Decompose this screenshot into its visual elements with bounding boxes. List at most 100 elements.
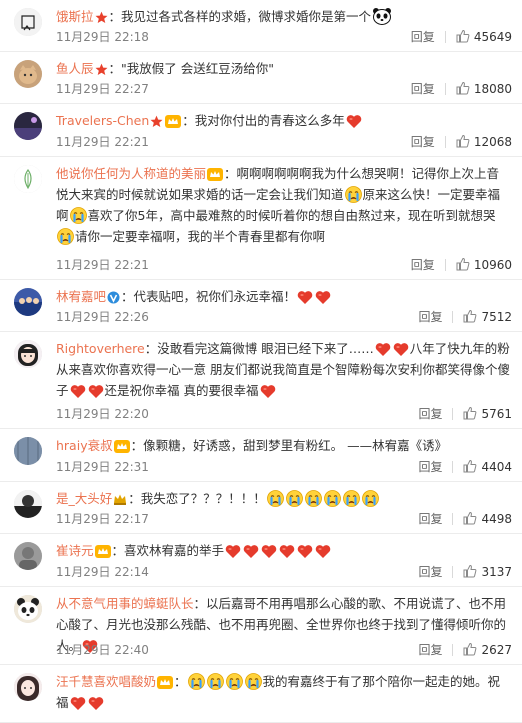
comment-separator: ： xyxy=(193,596,207,611)
like-button[interactable]: 3137 xyxy=(463,564,512,580)
reply-button[interactable]: 回复 xyxy=(418,564,442,580)
username-link[interactable]: Travelers-Chen xyxy=(56,113,149,128)
user-avatar[interactable] xyxy=(14,542,42,570)
comment-text: hraiy衰叔 ：像颗糖，好诱惑，甜到梦里有粉红。 ——林宥嘉《诱》 xyxy=(56,435,510,456)
comment-separator: ： xyxy=(130,438,144,453)
heart-icon xyxy=(88,696,104,711)
username-link[interactable]: 崔诗元 xyxy=(56,543,94,558)
panda-icon xyxy=(372,7,392,25)
heart-icon xyxy=(225,544,241,559)
comment-separator: ： xyxy=(224,166,237,181)
username-link[interactable]: hraiy衰叔 xyxy=(56,438,113,453)
thumbs-up-icon xyxy=(463,309,477,323)
user-avatar[interactable] xyxy=(14,8,42,36)
username-link[interactable]: 从不意气用事的蟑蜓队长 xyxy=(56,596,194,611)
crying-face-icon xyxy=(304,490,322,507)
user-avatar[interactable] xyxy=(14,288,42,316)
user-avatar[interactable] xyxy=(14,165,42,193)
comment-timestamp: 11月29日 22:14 xyxy=(56,565,149,579)
action-divider xyxy=(452,408,454,420)
like-button[interactable]: 10960 xyxy=(456,257,512,273)
username-link[interactable]: 鱼人辰 xyxy=(56,61,94,76)
heart-icon xyxy=(279,544,295,559)
comment-text: 是_大头好 ：我失恋了？？？！！！ xyxy=(56,488,510,509)
comment-separator: ： xyxy=(144,341,158,356)
comment-item: 林宥嘉吧 ：代表贴吧，祝你们永远幸福！ 11月29日 22:26 回复 7512 xyxy=(0,280,522,332)
like-button[interactable]: 45649 xyxy=(456,29,512,45)
user-avatar[interactable] xyxy=(14,60,42,88)
like-button[interactable]: 2627 xyxy=(463,642,512,658)
crying-face-icon xyxy=(57,228,74,245)
comment-actions: 回复 2627 xyxy=(418,642,512,658)
like-count: 18080 xyxy=(473,82,512,96)
reply-button[interactable]: 回复 xyxy=(411,29,435,45)
username-link[interactable]: 饿斯拉 xyxy=(56,9,94,24)
username-link[interactable]: 汪千慧喜欢唱酸奶 xyxy=(56,674,156,689)
comment-actions: 回复 45649 xyxy=(411,29,512,45)
crying-face-icon xyxy=(206,673,224,690)
reply-button[interactable]: 回复 xyxy=(418,406,442,422)
comment-timestamp: 11月29日 22:40 xyxy=(56,643,149,657)
username-link[interactable]: 林宥嘉吧 xyxy=(56,289,106,304)
reply-button[interactable]: 回复 xyxy=(411,257,435,273)
reply-button[interactable]: 回复 xyxy=(418,642,442,658)
heart-icon xyxy=(393,342,409,357)
crying-face-icon xyxy=(344,186,362,203)
heart-icon xyxy=(375,342,391,357)
reply-button[interactable]: 回复 xyxy=(411,134,435,150)
user-avatar[interactable] xyxy=(14,340,42,368)
comment-item: 他说你任何为人称道的美丽 ：啊啊啊啊啊啊我为什么想哭啊！记得你上次上音悦大来宾的时… xyxy=(0,157,522,280)
comment-body-text: 我见过各式各样的求婚，微博求婚你是第一个 xyxy=(121,9,372,24)
like-count: 45649 xyxy=(473,30,512,44)
user-avatar[interactable] xyxy=(14,437,42,465)
comment-timestamp: 11月29日 22:26 xyxy=(56,310,149,324)
star-badge-icon xyxy=(95,11,108,24)
thumbs-up-icon xyxy=(463,459,477,473)
reply-button[interactable]: 回复 xyxy=(418,309,442,325)
like-button[interactable]: 18080 xyxy=(456,81,512,97)
comment-actions: 回复 4404 xyxy=(418,459,512,475)
heart-icon xyxy=(260,384,276,399)
crying-face-icon xyxy=(361,490,379,507)
user-avatar[interactable] xyxy=(14,673,42,701)
username-link[interactable]: 他说你任何为人称道的美丽 xyxy=(56,166,206,181)
like-count: 4498 xyxy=(481,512,512,526)
like-button[interactable]: 5761 xyxy=(463,406,512,422)
reply-button[interactable]: 回复 xyxy=(418,459,442,475)
crown-badge-icon xyxy=(207,168,224,181)
comment-text: 鱼人辰 ："我放假了 会送红豆汤给你" xyxy=(56,58,510,79)
user-avatar[interactable] xyxy=(14,490,42,518)
comment-item: hraiy衰叔 ：像颗糖，好诱惑，甜到梦里有粉红。 ——林宥嘉《诱》 11月29日 … xyxy=(0,429,522,482)
comment-text: Travelers-Chen ：我对你付出的青春这么多年 xyxy=(56,110,510,131)
star-badge-icon xyxy=(150,115,163,128)
reply-button[interactable]: 回复 xyxy=(418,511,442,527)
thumbs-up-icon xyxy=(456,81,470,95)
heart-icon xyxy=(346,114,362,129)
star-badge-icon xyxy=(95,63,108,76)
crying-face-icon xyxy=(187,673,205,690)
comment-body-text: 喜欢了你5年，高中最难熬的时候听着你的想自由熬过来，现在听到就想哭 xyxy=(87,208,496,223)
comment-separator: ： xyxy=(108,9,122,24)
like-count: 3137 xyxy=(481,565,512,579)
like-button[interactable]: 12068 xyxy=(456,134,512,150)
like-count: 7512 xyxy=(481,310,512,324)
like-count: 12068 xyxy=(473,135,512,149)
username-link[interactable]: Rightoverhere xyxy=(56,341,145,356)
username-link[interactable]: 是_大头好 xyxy=(56,491,112,506)
user-avatar[interactable] xyxy=(14,112,42,140)
like-button[interactable]: 4498 xyxy=(463,511,512,527)
like-button[interactable]: 7512 xyxy=(463,309,512,325)
thumbs-up-icon xyxy=(456,134,470,148)
user-avatar[interactable] xyxy=(14,595,42,623)
thumbs-up-icon xyxy=(463,511,477,525)
comment-item: 从不意气用事的蟑蜓队长：以后嘉哥不用再唱那么心酸的歌、不用说谎了、也不用心酸了、… xyxy=(0,587,522,665)
comment-text: Rightoverhere：没敢看完这篇微博 眼泪已经下来了…… 八年了快九年的粉… xyxy=(56,338,510,401)
comment-item: 是_大头好 ：我失恋了？？？！！！ 11月29日 22:17 回复 4498 xyxy=(0,482,522,534)
comment-timestamp: 11月29日 22:27 xyxy=(56,82,149,96)
crying-face-icon xyxy=(342,490,360,507)
like-button[interactable]: 4404 xyxy=(463,459,512,475)
crown-badge-icon xyxy=(113,440,130,453)
comment-body-text: 还是祝你幸福 真的要很幸福 xyxy=(104,383,259,398)
reply-button[interactable]: 回复 xyxy=(411,81,435,97)
action-divider xyxy=(452,513,454,525)
